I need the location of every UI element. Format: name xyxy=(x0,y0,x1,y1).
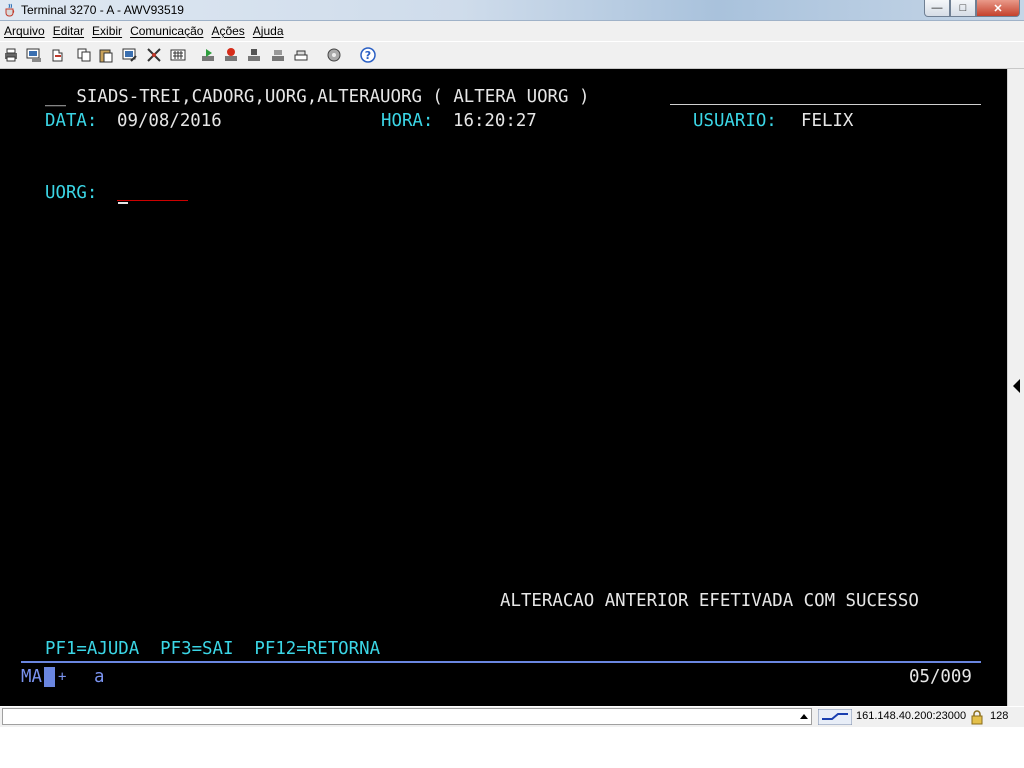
caret-up-icon[interactable] xyxy=(800,714,808,719)
svg-text:?: ? xyxy=(365,49,371,62)
host-address: 161.148.40.200:23000 xyxy=(856,710,967,722)
status-message: ALTERACAO ANTERIOR EFETIVADA COM SUCESSO xyxy=(500,591,919,611)
menu-ajuda[interactable]: Ajuda xyxy=(249,24,288,38)
menu-acoes[interactable]: Ações xyxy=(207,24,248,38)
close-button[interactable]: ✕ xyxy=(976,0,1020,17)
status-field xyxy=(2,708,812,725)
java-cup-icon xyxy=(5,3,15,17)
usuario-label: USUARIO: xyxy=(693,111,777,131)
help-icon[interactable]: ? xyxy=(360,47,376,63)
cursor-position: 05/009 xyxy=(909,667,972,687)
session-count: 128 xyxy=(990,710,1009,722)
hora-value: 16:20:27 xyxy=(453,111,537,131)
data-label: DATA: xyxy=(45,111,98,131)
header-rule xyxy=(670,104,981,105)
connection-icon xyxy=(818,709,852,725)
menu-exibir[interactable]: Exibir xyxy=(88,24,126,38)
print-icon[interactable] xyxy=(3,47,19,63)
uorg-field-underline xyxy=(117,200,188,201)
edit-icon[interactable] xyxy=(122,47,138,63)
paste-icon[interactable] xyxy=(98,47,114,63)
title-bar: Terminal 3270 - A - AWV93519 — □ ✕ xyxy=(0,0,1024,21)
uorg-label: UORG: xyxy=(45,183,98,203)
gear-icon[interactable] xyxy=(326,47,342,63)
maximize-button[interactable]: □ xyxy=(950,0,976,17)
printer-icon[interactable] xyxy=(293,47,309,63)
copy-screen-icon[interactable] xyxy=(26,47,42,63)
lock-icon xyxy=(971,710,983,725)
menu-bar: Arquivo Editar Exibir Comunicação Ações … xyxy=(0,21,1024,41)
oia-separator xyxy=(21,661,981,663)
window-title: Terminal 3270 - A - AWV93519 xyxy=(21,3,184,17)
oia-block xyxy=(44,667,55,687)
play-macro-icon[interactable] xyxy=(200,47,216,63)
data-value: 09/08/2016 xyxy=(117,111,222,131)
oia-indicator: a xyxy=(94,667,105,687)
hora-label: HORA: xyxy=(381,111,434,131)
terminal-screen[interactable]: __ SIADS-TREI,CADORG,UORG,ALTERAUORG ( A… xyxy=(0,69,1007,706)
oia-plus: + xyxy=(58,669,67,685)
collapse-arrow-icon[interactable] xyxy=(1013,379,1020,393)
menu-editar[interactable]: Editar xyxy=(49,24,88,38)
keypad-icon[interactable] xyxy=(170,47,186,63)
side-panel-toggle[interactable] xyxy=(1007,69,1024,706)
text-cursor xyxy=(118,202,128,204)
copy-icon[interactable] xyxy=(76,47,92,63)
menu-comunicacao[interactable]: Comunicação xyxy=(126,24,207,38)
screen-header: __ SIADS-TREI,CADORG,UORG,ALTERAUORG ( A… xyxy=(45,87,590,107)
record-icon[interactable] xyxy=(246,47,262,63)
settings-icon[interactable] xyxy=(270,47,286,63)
transfer-icon[interactable] xyxy=(50,47,66,63)
macro-icon[interactable] xyxy=(146,47,162,63)
oia-mode: MA xyxy=(21,667,42,687)
status-bar: 161.148.40.200:23000 128 xyxy=(0,707,1024,727)
toolbar: ? xyxy=(0,42,1024,69)
pf-keys-legend: PF1=AJUDA PF3=SAI PF12=RETORNA xyxy=(45,639,381,659)
usuario-value: FELIX xyxy=(801,111,854,131)
stop-macro-icon[interactable] xyxy=(223,47,239,63)
menu-arquivo[interactable]: Arquivo xyxy=(0,24,49,38)
minimize-button[interactable]: — xyxy=(924,0,950,17)
